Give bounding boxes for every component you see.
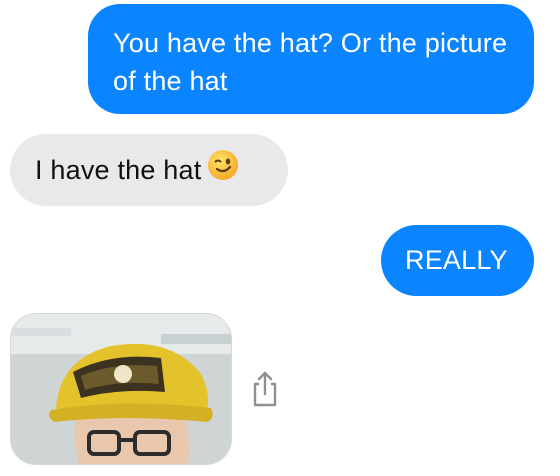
share-icon[interactable] bbox=[250, 370, 280, 408]
sent-message-bubble[interactable]: You have the hat? Or the picture of the … bbox=[88, 4, 534, 114]
winking-face-icon bbox=[207, 149, 239, 191]
received-message-bubble[interactable]: I have the hat bbox=[10, 134, 288, 206]
message-text: REALLY bbox=[405, 245, 508, 275]
hat-photo-image bbox=[11, 314, 231, 464]
message-text: I have the hat bbox=[35, 155, 202, 185]
message-thread: You have the hat? Or the picture of the … bbox=[0, 0, 560, 476]
sent-message-bubble[interactable]: REALLY bbox=[381, 225, 534, 296]
photo-attachment[interactable] bbox=[10, 313, 232, 465]
message-text: You have the hat? Or the picture of the … bbox=[113, 28, 508, 96]
